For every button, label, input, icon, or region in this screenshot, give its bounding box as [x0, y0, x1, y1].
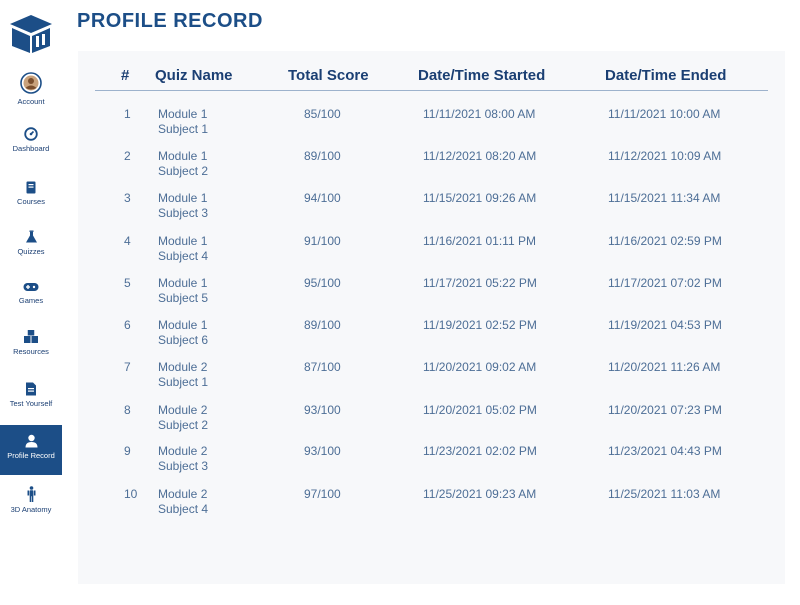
- sidebar-item-label: Account: [17, 97, 45, 106]
- table-row: 4 Module 1 Subject 4 91/100 11/16/2021 0…: [0, 234, 800, 276]
- quiz-module: Module 1: [158, 107, 208, 121]
- table-row: 7 Module 2 Subject 1 87/100 11/20/2021 0…: [0, 360, 800, 402]
- table-row: 1 Module 1 Subject 1 85/100 11/11/2021 0…: [0, 107, 800, 149]
- table-row: 9 Module 2 Subject 3 93/100 11/23/2021 0…: [0, 444, 800, 486]
- date-ended: 11/16/2021 02:59 PM: [608, 234, 722, 248]
- column-header-date-started: Date/Time Started: [418, 67, 546, 84]
- row-number: 3: [124, 191, 131, 205]
- table-row: 5 Module 1 Subject 5 95/100 11/17/2021 0…: [0, 276, 800, 318]
- row-number: 8: [124, 403, 131, 417]
- quiz-subject: Subject 1: [158, 122, 209, 136]
- table-row: 10 Module 2 Subject 4 97/100 11/25/2021 …: [0, 487, 800, 529]
- total-score: 93/100: [304, 444, 341, 458]
- total-score: 87/100: [304, 360, 341, 374]
- quiz-subject: Subject 3: [158, 459, 209, 473]
- total-score: 97/100: [304, 487, 341, 501]
- quiz-subject: Subject 2: [158, 418, 209, 432]
- column-header-number: #: [121, 67, 130, 84]
- column-header-date-ended: Date/Time Ended: [605, 67, 727, 84]
- table-row: 6 Module 1 Subject 6 89/100 11/19/2021 0…: [0, 318, 800, 360]
- page-title: PROFILE RECORD: [77, 10, 263, 32]
- date-started: 11/11/2021 08:00 AM: [423, 107, 536, 121]
- date-ended: 11/19/2021 04:53 PM: [608, 318, 722, 332]
- total-score: 89/100: [304, 318, 341, 332]
- quiz-module: Module 1: [158, 234, 208, 248]
- date-started: 11/20/2021 05:02 PM: [423, 403, 537, 417]
- column-header-total-score: Total Score: [288, 67, 369, 84]
- quiz-subject: Subject 1: [158, 375, 209, 389]
- date-ended: 11/20/2021 11:26 AM: [608, 360, 721, 374]
- date-started: 11/12/2021 08:20 AM: [423, 149, 537, 163]
- total-score: 95/100: [304, 276, 341, 290]
- row-number: 5: [124, 276, 131, 290]
- total-score: 93/100: [304, 403, 341, 417]
- date-started: 11/19/2021 02:52 PM: [423, 318, 537, 332]
- quiz-module: Module 2: [158, 403, 208, 417]
- row-number: 9: [124, 444, 131, 458]
- date-started: 11/17/2021 05:22 PM: [423, 276, 537, 290]
- date-ended: 11/17/2021 07:02 PM: [608, 276, 722, 290]
- row-number: 4: [124, 234, 131, 248]
- quiz-subject: Subject 6: [158, 333, 209, 347]
- row-number: 10: [124, 487, 138, 501]
- total-score: 89/100: [304, 149, 341, 163]
- date-ended: 11/11/2021 10:00 AM: [608, 107, 721, 121]
- quiz-module: Module 1: [158, 191, 208, 205]
- date-started: 11/23/2021 02:02 PM: [423, 444, 537, 458]
- row-number: 7: [124, 360, 131, 374]
- avatar: [20, 72, 42, 94]
- total-score: 91/100: [304, 234, 341, 248]
- date-ended: 11/15/2021 11:34 AM: [608, 191, 721, 205]
- quiz-subject: Subject 4: [158, 249, 209, 263]
- quiz-subject: Subject 2: [158, 164, 209, 178]
- row-number: 2: [124, 149, 131, 163]
- table-row: 3 Module 1 Subject 3 94/100 11/15/2021 0…: [0, 191, 800, 233]
- quiz-module: Module 2: [158, 360, 208, 374]
- date-started: 11/15/2021 09:26 AM: [423, 191, 537, 205]
- date-ended: 11/25/2021 11:03 AM: [608, 487, 721, 501]
- date-ended: 11/20/2021 07:23 PM: [608, 403, 722, 417]
- total-score: 94/100: [304, 191, 341, 205]
- quiz-module: Module 2: [158, 444, 208, 458]
- date-started: 11/25/2021 09:23 AM: [423, 487, 537, 501]
- quiz-subject: Subject 3: [158, 206, 209, 220]
- table-row: 8 Module 2 Subject 2 93/100 11/20/2021 0…: [0, 403, 800, 445]
- quiz-module: Module 1: [158, 276, 208, 290]
- logo-icon: [10, 15, 52, 53]
- date-started: 11/16/2021 01:11 PM: [423, 234, 536, 248]
- row-number: 1: [124, 107, 131, 121]
- total-score: 85/100: [304, 107, 341, 121]
- date-started: 11/20/2021 09:02 AM: [423, 360, 537, 374]
- header-divider: [95, 90, 768, 91]
- quiz-module: Module 2: [158, 487, 208, 501]
- quiz-module: Module 1: [158, 318, 208, 332]
- table-row: 2 Module 1 Subject 2 89/100 11/12/2021 0…: [0, 149, 800, 191]
- quiz-module: Module 1: [158, 149, 208, 163]
- quiz-subject: Subject 4: [158, 502, 209, 516]
- row-number: 6: [124, 318, 131, 332]
- quiz-subject: Subject 5: [158, 291, 209, 305]
- date-ended: 11/12/2021 10:09 AM: [608, 149, 722, 163]
- date-ended: 11/23/2021 04:43 PM: [608, 444, 722, 458]
- column-header-quiz-name: Quiz Name: [155, 67, 233, 84]
